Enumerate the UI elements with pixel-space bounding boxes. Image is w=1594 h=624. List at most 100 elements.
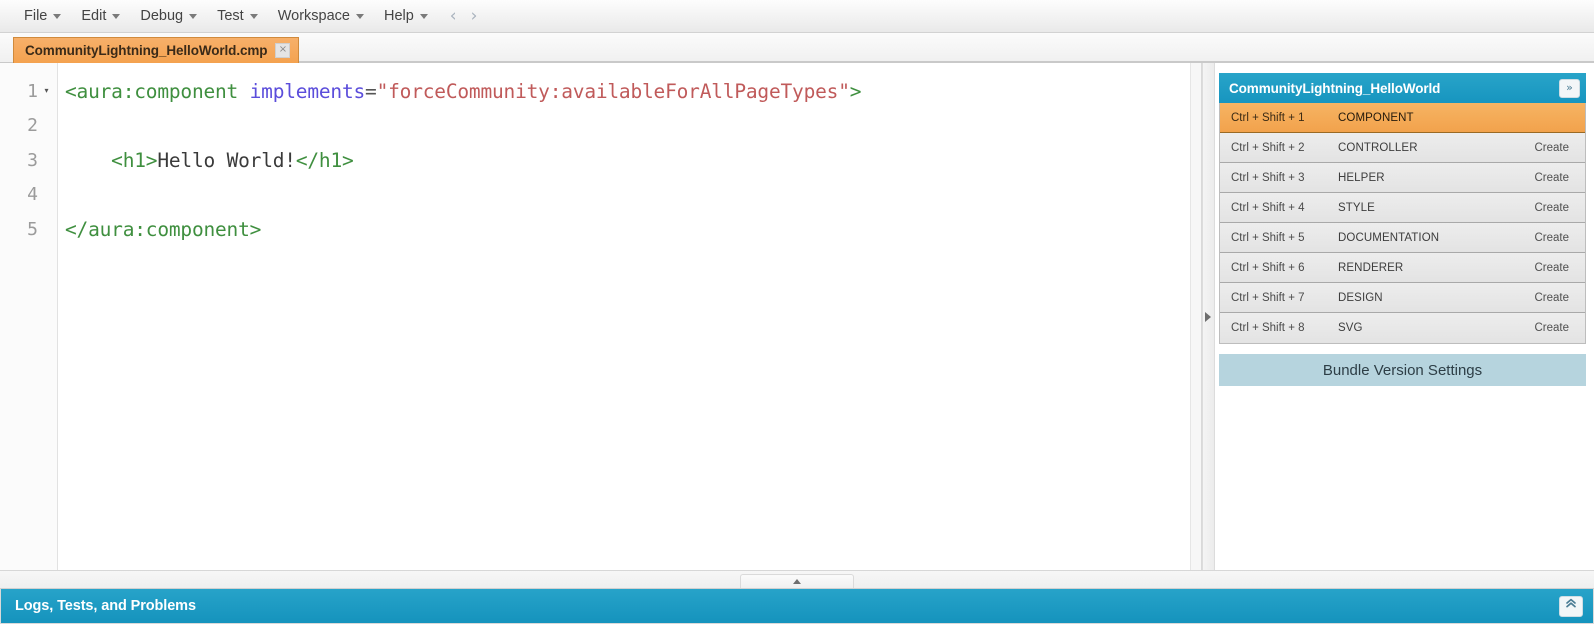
- sidebar-title: CommunityLightning_HelloWorld: [1229, 80, 1441, 96]
- code-token: implements: [249, 79, 366, 103]
- double-chevron-up-icon[interactable]: [1559, 595, 1583, 617]
- tab-bar-filler: [299, 34, 1594, 62]
- tab-communitylightning-helloworld-cmp[interactable]: CommunityLightning_HelloWorld.cmp ×: [13, 37, 300, 63]
- create-resource-link[interactable]: Create: [1534, 232, 1585, 244]
- resource-shortcut: Ctrl + Shift + 5: [1231, 231, 1305, 244]
- create-resource-link[interactable]: Create: [1534, 202, 1585, 214]
- resource-shortcut: Ctrl + Shift + 8: [1231, 322, 1305, 334]
- menu-item-test-label: Test: [217, 7, 244, 24]
- code-line: <h1> Hello World! </h1>: [65, 143, 1201, 178]
- double-chevron-up-glyph: [1566, 598, 1576, 607]
- arrow-up-icon: [793, 579, 801, 584]
- code-line: </aura:component>: [65, 212, 1201, 247]
- menu-item-debug[interactable]: Debug: [130, 5, 207, 28]
- bundle-resource-row-documentation[interactable]: Ctrl + Shift + 5 DOCUMENTATION Create: [1220, 223, 1585, 253]
- menu-item-file[interactable]: File: [14, 5, 71, 28]
- resource-shortcut: Ctrl + Shift + 1: [1231, 111, 1305, 124]
- chevron-down-icon: [249, 14, 258, 19]
- menu-item-debug-label: Debug: [140, 7, 184, 24]
- create-resource-link[interactable]: Create: [1534, 172, 1585, 184]
- bundle-version-settings-button[interactable]: Bundle Version Settings: [1219, 354, 1586, 386]
- logs-tests-problems-label: Logs, Tests, and Problems: [15, 598, 196, 614]
- line-number: 4: [27, 184, 38, 206]
- code-token: <h1>: [111, 148, 158, 172]
- bundle-resource-row-style[interactable]: Ctrl + Shift + 4 STYLE Create: [1220, 193, 1585, 223]
- resource-name: HELPER: [1338, 171, 1385, 184]
- menu-item-help-label: Help: [383, 7, 414, 24]
- gutter-row: 5: [0, 212, 57, 247]
- bundle-resource-row-renderer[interactable]: Ctrl + Shift + 6 RENDERER Create: [1220, 253, 1585, 283]
- close-icon[interactable]: ×: [275, 43, 291, 58]
- sidebar-empty-area: [1219, 386, 1586, 570]
- code-token: Hello World!: [157, 148, 296, 172]
- gutter-row: 3: [0, 143, 57, 178]
- chevron-left-icon[interactable]: ‹: [450, 7, 457, 25]
- line-number: 3: [27, 149, 38, 171]
- bundle-resource-row-svg[interactable]: Ctrl + Shift + 8 SVG Create: [1220, 313, 1585, 343]
- horizontal-splitter[interactable]: [0, 570, 1594, 589]
- main-body: 1 ▾ 2 3 4 5 <aura:component implements =…: [0, 63, 1594, 570]
- code-token: </aura:component>: [65, 217, 262, 241]
- create-resource-link[interactable]: Create: [1534, 322, 1585, 334]
- double-chevron-right-icon[interactable]: »: [1559, 78, 1580, 98]
- line-number: 1: [27, 80, 38, 102]
- resource-name: SVG: [1338, 322, 1363, 334]
- gutter-row: 2: [0, 109, 57, 144]
- sidebar-header: CommunityLightning_HelloWorld »: [1219, 73, 1586, 103]
- menu-item-edit-label: Edit: [81, 7, 107, 24]
- bundle-resource-row-design[interactable]: Ctrl + Shift + 7 DESIGN Create: [1220, 283, 1585, 313]
- line-number: 5: [27, 218, 38, 240]
- resource-shortcut: Ctrl + Shift + 3: [1231, 171, 1305, 184]
- bundle-sidebar: CommunityLightning_HelloWorld » Ctrl + S…: [1215, 63, 1594, 570]
- chevron-down-icon: [53, 14, 62, 19]
- logs-tests-problems-bar[interactable]: Logs, Tests, and Problems: [0, 589, 1594, 624]
- code-token: <aura:component: [65, 79, 250, 103]
- gutter-row: 4: [0, 178, 57, 213]
- menu-bar: File Edit Debug Test Workspace Help ‹ ›: [0, 0, 1594, 33]
- code-token: =: [365, 79, 377, 103]
- tab-bar: CommunityLightning_HelloWorld.cmp ×: [0, 33, 1594, 63]
- menu-item-edit[interactable]: Edit: [71, 5, 130, 28]
- bundle-resource-row-controller[interactable]: Ctrl + Shift + 2 CONTROLLER Create: [1220, 133, 1585, 163]
- resource-name: DESIGN: [1338, 291, 1383, 304]
- resource-shortcut: Ctrl + Shift + 4: [1231, 201, 1305, 214]
- code-text-area[interactable]: <aura:component implements = "forceCommuni…: [58, 63, 1201, 570]
- resource-name: RENDERER: [1338, 261, 1404, 274]
- resource-name: CONTROLLER: [1338, 141, 1418, 154]
- create-resource-link[interactable]: Create: [1534, 262, 1585, 274]
- resource-name: COMPONENT: [1338, 111, 1414, 124]
- chevron-down-icon: [189, 14, 198, 19]
- menu-item-test[interactable]: Test: [207, 5, 268, 28]
- menu-item-workspace-label: Workspace: [277, 7, 350, 24]
- splitter-handle[interactable]: [740, 574, 854, 588]
- menu-item-workspace[interactable]: Workspace: [268, 5, 374, 28]
- splitter-arrow-right-icon[interactable]: [1205, 311, 1211, 322]
- developer-console-window: File Edit Debug Test Workspace Help ‹ ›: [0, 0, 1594, 624]
- code-token: >: [849, 79, 862, 103]
- chevron-down-icon: [419, 14, 428, 19]
- chevron-down-icon: [355, 14, 364, 19]
- gutter-row: 1 ▾: [0, 74, 57, 109]
- chevron-down-icon: [112, 14, 121, 19]
- create-resource-link[interactable]: Create: [1534, 292, 1585, 304]
- resource-name: STYLE: [1338, 201, 1375, 214]
- menu-item-file-label: File: [24, 7, 48, 24]
- editor-vertical-scrollbar[interactable]: [1190, 63, 1201, 570]
- resource-shortcut: Ctrl + Shift + 6: [1231, 261, 1305, 274]
- tab-label: CommunityLightning_HelloWorld.cmp: [25, 43, 268, 58]
- bundle-resource-row-component[interactable]: Ctrl + Shift + 1 COMPONENT: [1220, 103, 1585, 133]
- bundle-resource-row-helper[interactable]: Ctrl + Shift + 3 HELPER Create: [1220, 163, 1585, 193]
- menu-item-help[interactable]: Help: [374, 5, 438, 28]
- line-number-gutter: 1 ▾ 2 3 4 5: [0, 63, 58, 570]
- code-token: </h1>: [295, 148, 354, 172]
- create-resource-link[interactable]: Create: [1534, 142, 1585, 154]
- bundle-resource-list: Ctrl + Shift + 1 COMPONENT Ctrl + Shift + …: [1219, 103, 1586, 344]
- code-line: <aura:component implements = "forceCommuni…: [65, 74, 1201, 109]
- code-fold-icon[interactable]: ▾: [42, 87, 51, 95]
- vertical-splitter[interactable]: [1202, 63, 1215, 570]
- chevron-right-icon[interactable]: ›: [471, 7, 478, 25]
- code-token: "forceCommunity:availableForAllPageTypes…: [376, 79, 850, 103]
- tab-navigation: ‹ ›: [450, 7, 478, 25]
